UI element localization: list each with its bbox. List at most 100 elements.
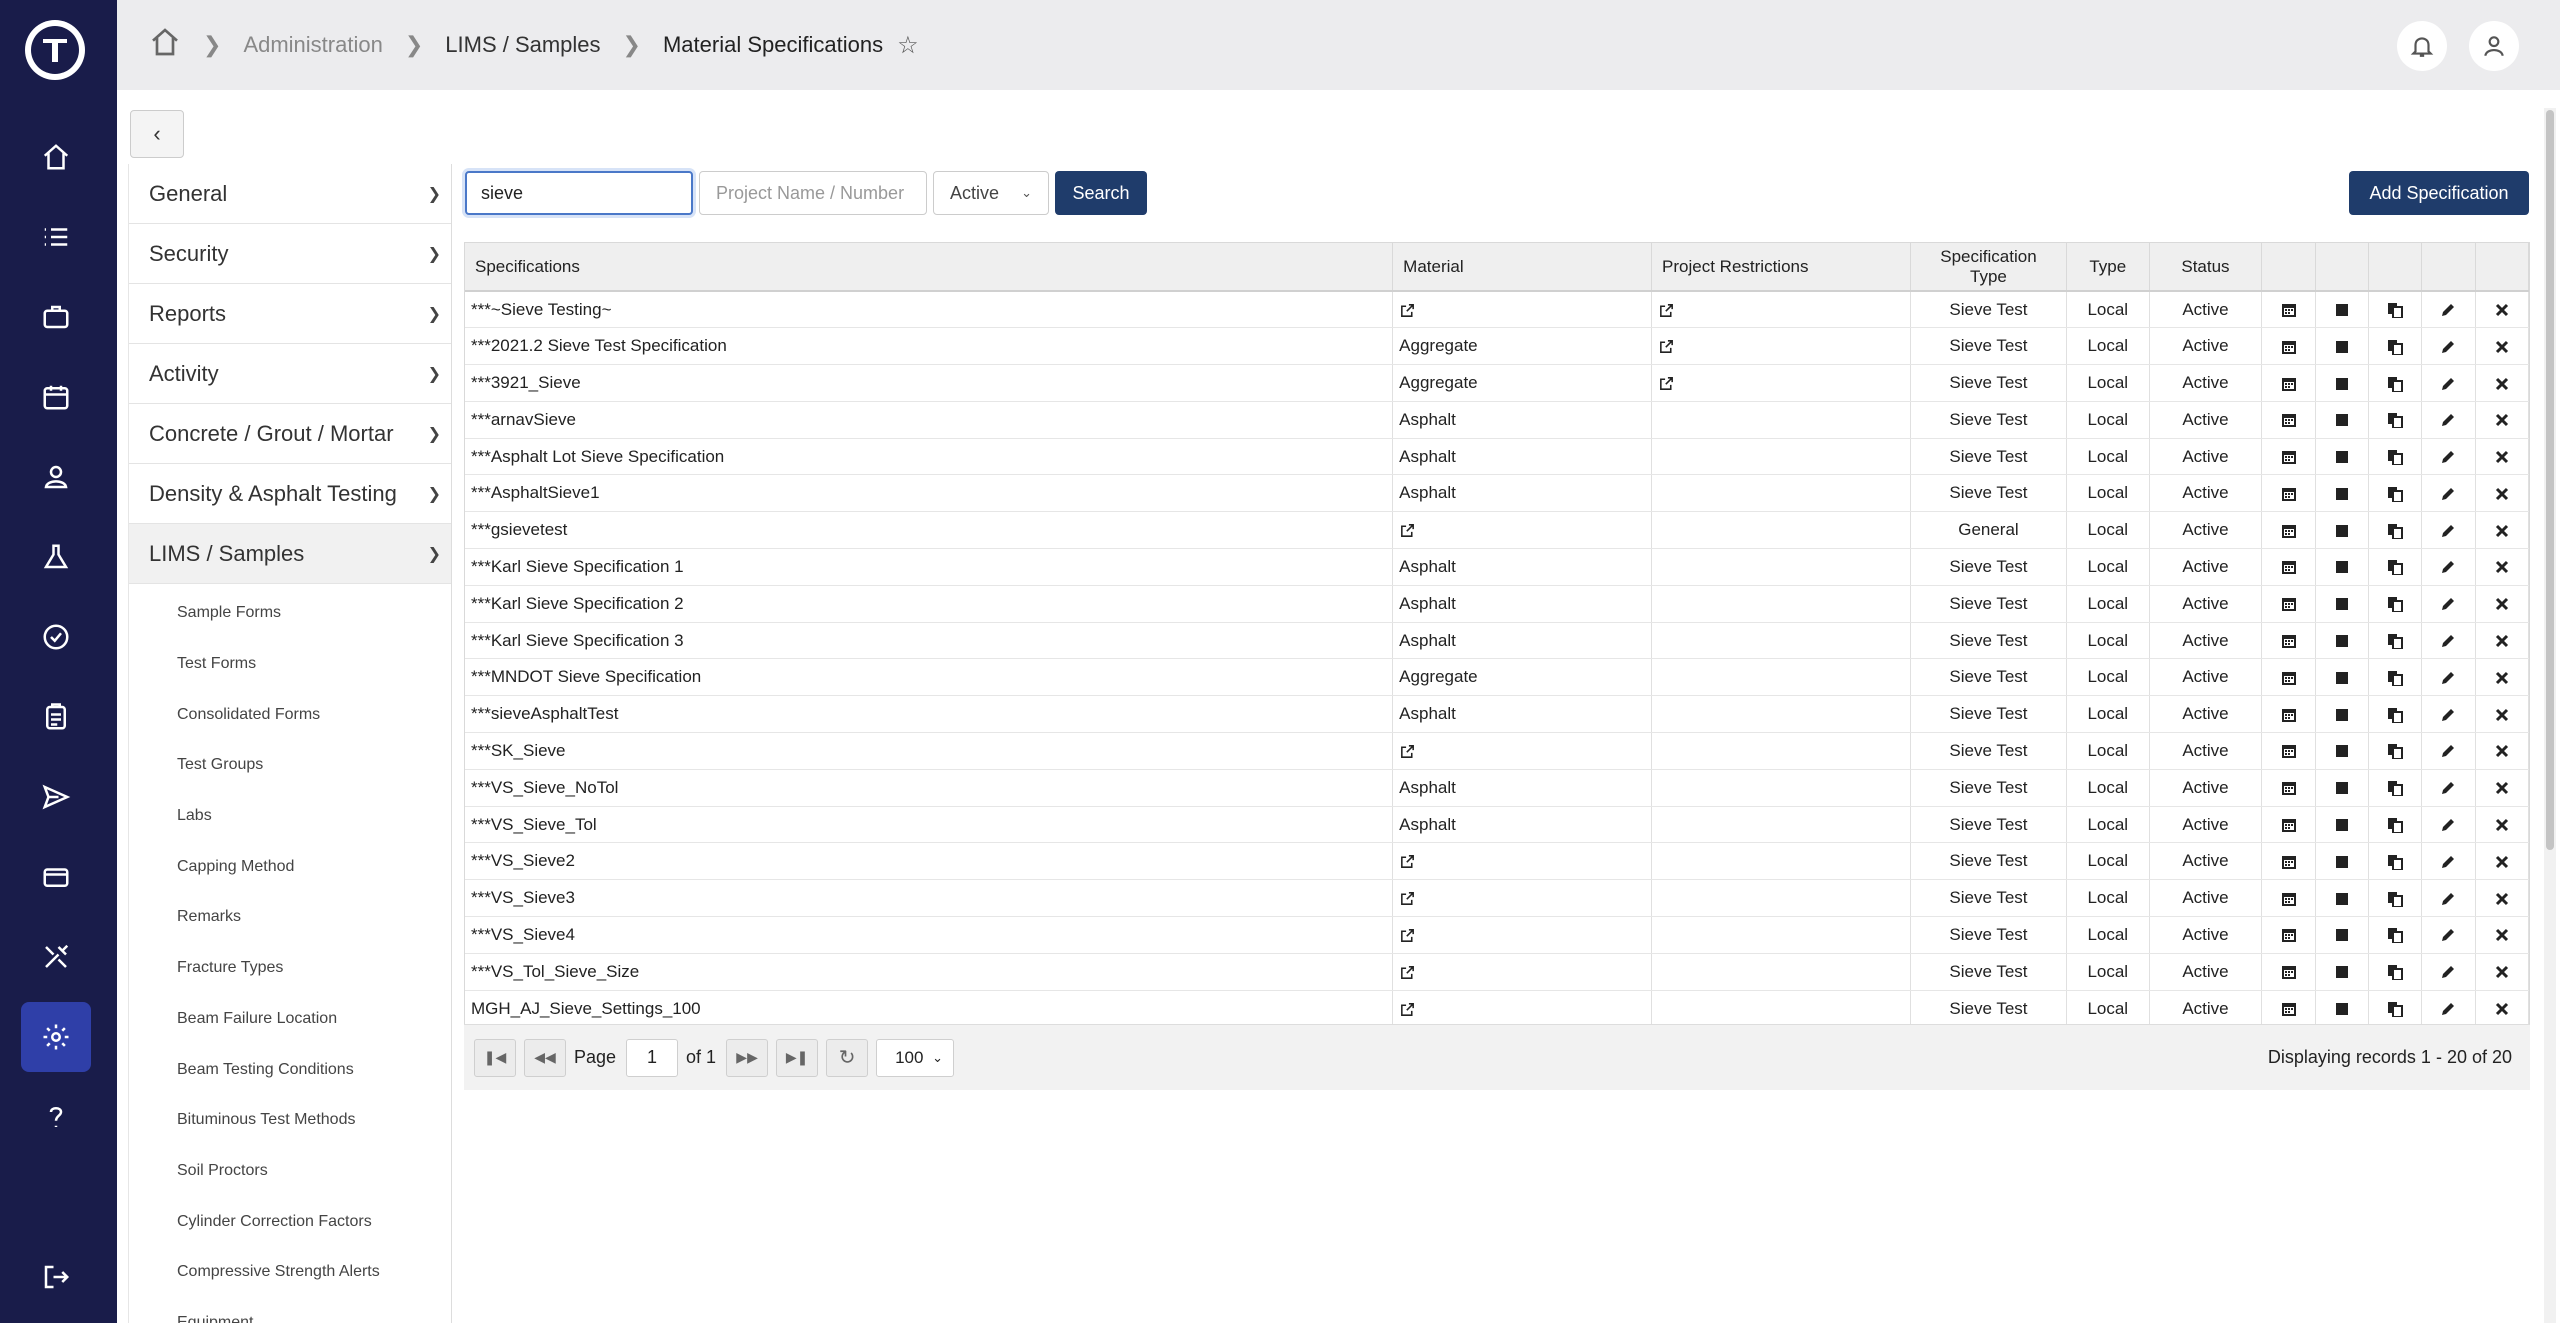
delete-action[interactable]	[2475, 990, 2530, 1028]
stop-action[interactable]	[2315, 364, 2370, 402]
table-row[interactable]: ***VS_Sieve3 Sieve Test Local Active	[465, 879, 2530, 918]
column-header-project-restrictions[interactable]: Project Restrictions	[1651, 243, 1911, 292]
external-link-icon[interactable]	[1658, 373, 1675, 392]
specification-name-cell[interactable]: ***VS_Sieve4	[465, 916, 1394, 954]
table-row[interactable]: ***~Sieve Testing~ Sieve Test Local Active	[465, 291, 2530, 329]
external-link-icon[interactable]	[1399, 741, 1416, 760]
previous-page-button[interactable]: ◀◀	[524, 1038, 566, 1077]
copy-action[interactable]	[2368, 769, 2423, 807]
copy-action[interactable]	[2368, 474, 2423, 513]
schedule-action[interactable]	[2261, 401, 2316, 439]
submenu-item[interactable]: Test Groups	[129, 740, 451, 791]
edit-action[interactable]	[2421, 658, 2476, 697]
table-row[interactable]: ***gsievetest General Local Active	[465, 511, 2530, 550]
submenu-item[interactable]: Beam Testing Conditions	[129, 1044, 451, 1095]
submenu-item[interactable]: Beam Failure Location	[129, 994, 451, 1045]
delete-action[interactable]	[2475, 695, 2530, 734]
schedule-action[interactable]	[2261, 732, 2316, 770]
stop-action[interactable]	[2315, 548, 2370, 586]
external-link-icon[interactable]	[1658, 336, 1675, 355]
delete-action[interactable]	[2475, 879, 2530, 918]
schedule-action[interactable]	[2261, 622, 2316, 660]
table-row[interactable]: ***AsphaltSieve1 Asphalt Sieve Test Local Ac…	[465, 474, 2530, 513]
copy-action[interactable]	[2368, 990, 2423, 1028]
notifications-bell-icon[interactable]	[2397, 21, 2447, 71]
delete-action[interactable]	[2475, 401, 2530, 439]
stop-action[interactable]	[2315, 291, 2370, 329]
app-logo[interactable]	[25, 20, 85, 80]
stop-action[interactable]	[2315, 953, 2370, 991]
table-row[interactable]: ***MNDOT Sieve Specification Aggregate Sie…	[465, 658, 2530, 697]
check-badge-icon[interactable]	[21, 602, 91, 672]
edit-action[interactable]	[2421, 291, 2476, 329]
first-page-button[interactable]: ❚◀	[474, 1038, 516, 1077]
delete-action[interactable]	[2475, 953, 2530, 991]
table-row[interactable]: ***arnavSieve Asphalt Sieve Test Local Activ…	[465, 401, 2530, 439]
edit-action[interactable]	[2421, 990, 2476, 1028]
external-link-icon[interactable]	[1399, 962, 1416, 981]
copy-action[interactable]	[2368, 291, 2423, 329]
specification-name-cell[interactable]: ***Karl Sieve Specification 2	[465, 585, 1394, 623]
menu-section-density-asphalt[interactable]: Density & Asphalt Testing ❯	[129, 464, 451, 524]
copy-action[interactable]	[2368, 401, 2423, 439]
copy-action[interactable]	[2368, 622, 2423, 660]
menu-section-concrete[interactable]: Concrete / Grout / Mortar ❯	[129, 404, 451, 464]
edit-action[interactable]	[2421, 953, 2476, 991]
schedule-action[interactable]	[2261, 842, 2316, 881]
specification-name-cell[interactable]: ***AsphaltSieve1	[465, 474, 1394, 513]
copy-action[interactable]	[2368, 548, 2423, 586]
delete-action[interactable]	[2475, 291, 2530, 329]
edit-action[interactable]	[2421, 474, 2476, 513]
edit-action[interactable]	[2421, 732, 2476, 770]
delete-action[interactable]	[2475, 548, 2530, 586]
specification-name-cell[interactable]: ***2021.2 Sieve Test Specification	[465, 327, 1394, 366]
table-row[interactable]: ***VS_Sieve2 Sieve Test Local Active	[465, 842, 2530, 881]
menu-section-general[interactable]: General ❯	[129, 164, 451, 224]
delete-action[interactable]	[2475, 585, 2530, 623]
scrollbar-thumb[interactable]	[2546, 110, 2554, 850]
table-row[interactable]: ***VS_Tol_Sieve_Size Sieve Test Local Activ…	[465, 953, 2530, 991]
delete-action[interactable]	[2475, 364, 2530, 402]
schedule-action[interactable]	[2261, 769, 2316, 807]
column-header-type[interactable]: Type	[2066, 243, 2150, 292]
copy-action[interactable]	[2368, 658, 2423, 697]
credit-card-icon[interactable]	[21, 842, 91, 912]
copy-action[interactable]	[2368, 327, 2423, 366]
edit-action[interactable]	[2421, 622, 2476, 660]
delete-action[interactable]	[2475, 474, 2530, 513]
submenu-item[interactable]: Fracture Types	[129, 943, 451, 994]
edit-action[interactable]	[2421, 585, 2476, 623]
schedule-action[interactable]	[2261, 806, 2316, 844]
stop-action[interactable]	[2315, 769, 2370, 807]
column-header-specification-type[interactable]: Specification Type	[1910, 243, 2068, 292]
edit-action[interactable]	[2421, 916, 2476, 954]
table-row[interactable]: ***VS_Sieve_NoTol Asphalt Sieve Test Local A…	[465, 769, 2530, 807]
submenu-item[interactable]: Compressive Strength Alerts	[129, 1247, 451, 1298]
table-row[interactable]: ***sieveAsphaltTest Asphalt Sieve Test Loca…	[465, 695, 2530, 734]
submenu-item[interactable]: Soil Proctors	[129, 1146, 451, 1197]
stop-action[interactable]	[2315, 695, 2370, 734]
breadcrumb-lims-samples[interactable]: LIMS / Samples	[445, 32, 600, 58]
copy-action[interactable]	[2368, 806, 2423, 844]
schedule-action[interactable]	[2261, 916, 2316, 954]
stop-action[interactable]	[2315, 916, 2370, 954]
stop-action[interactable]	[2315, 732, 2370, 770]
external-link-icon[interactable]	[1399, 851, 1416, 870]
specification-name-cell[interactable]: ***VS_Sieve3	[465, 879, 1394, 918]
schedule-action[interactable]	[2261, 548, 2316, 586]
table-row[interactable]: ***Karl Sieve Specification 2 Asphalt Siev…	[465, 585, 2530, 623]
search-button[interactable]: Search	[1055, 171, 1147, 215]
stop-action[interactable]	[2315, 401, 2370, 439]
schedule-action[interactable]	[2261, 474, 2316, 513]
specification-name-cell[interactable]: ***sieveAsphaltTest	[465, 695, 1394, 734]
tools-icon[interactable]	[21, 922, 91, 992]
copy-action[interactable]	[2368, 364, 2423, 402]
table-row[interactable]: ***Karl Sieve Specification 3 Asphalt Siev…	[465, 622, 2530, 660]
page-scrollbar[interactable]	[2544, 108, 2556, 1323]
specification-name-cell[interactable]: ***gsievetest	[465, 511, 1394, 550]
stop-action[interactable]	[2315, 511, 2370, 550]
calendar-icon[interactable]	[21, 362, 91, 432]
table-row[interactable]: MGH_AJ_Sieve_Settings_100 Sieve Test Local…	[465, 990, 2530, 1028]
submenu-item[interactable]: Consolidated Forms	[129, 689, 451, 740]
copy-action[interactable]	[2368, 585, 2423, 623]
